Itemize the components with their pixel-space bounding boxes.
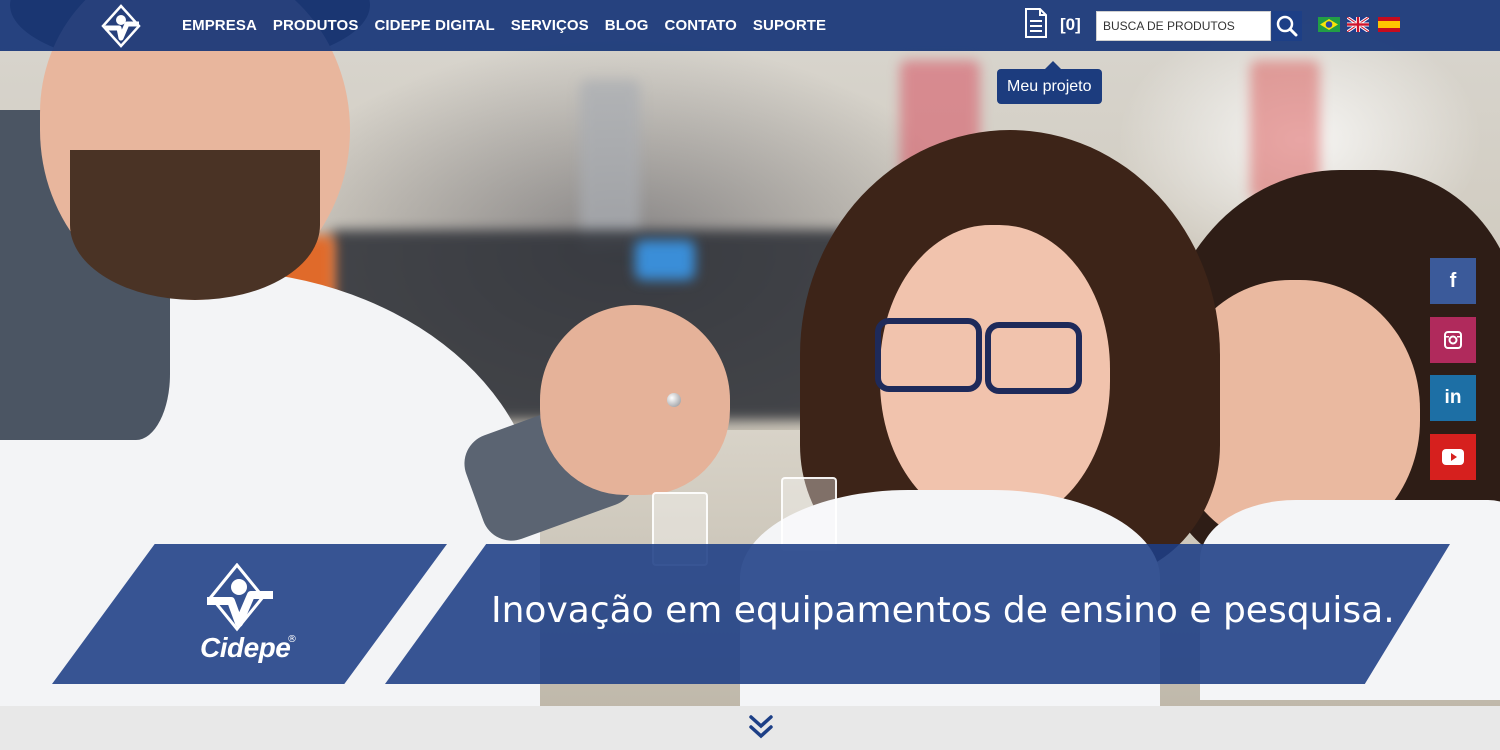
brazil-flag-icon[interactable] bbox=[1318, 17, 1340, 32]
instagram-icon bbox=[1444, 331, 1462, 349]
lab-equipment-blur bbox=[580, 80, 640, 250]
main-menu: EMPRESA PRODUTOS CIDEPE DIGITAL SERVIÇOS… bbox=[182, 0, 826, 51]
youtube-icon bbox=[1442, 449, 1464, 465]
nav-suporte[interactable]: SUPORTE bbox=[753, 17, 826, 34]
brand-name: Cidepe bbox=[200, 632, 291, 663]
nav-blog[interactable]: BLOG bbox=[605, 17, 649, 34]
nav-cidepe-digital[interactable]: CIDEPE DIGITAL bbox=[374, 17, 494, 34]
nav-contato[interactable]: CONTATO bbox=[665, 17, 737, 34]
teacher-beard bbox=[70, 150, 320, 300]
hero-tagline: Inovação em equipamentos de ensino e pes… bbox=[491, 590, 1395, 631]
project-tooltip: Meu projeto bbox=[997, 61, 1102, 104]
nav-empresa[interactable]: EMPRESA bbox=[182, 17, 257, 34]
project-count[interactable]: [0] bbox=[1060, 15, 1081, 35]
nav-produtos[interactable]: PRODUTOS bbox=[273, 17, 359, 34]
youtube-button[interactable] bbox=[1430, 434, 1476, 480]
double-chevron-down-icon[interactable] bbox=[748, 713, 774, 741]
teacher-hand bbox=[540, 305, 730, 495]
top-navigation-bar: EMPRESA PRODUTOS CIDEPE DIGITAL SERVIÇOS… bbox=[0, 0, 1500, 51]
cidepe-logo-icon bbox=[207, 563, 273, 632]
blue-equipment-blur bbox=[635, 240, 695, 280]
registered-mark: ® bbox=[287, 634, 297, 645]
facebook-button[interactable]: f bbox=[1430, 258, 1476, 304]
instagram-button[interactable] bbox=[1430, 317, 1476, 363]
linkedin-button[interactable]: in bbox=[1430, 375, 1476, 421]
glasses-lens bbox=[875, 318, 982, 392]
document-icon[interactable] bbox=[1024, 8, 1048, 38]
linkedin-icon: in bbox=[1444, 387, 1462, 408]
test-tube bbox=[781, 477, 837, 551]
cidepe-logo-icon[interactable] bbox=[99, 4, 143, 48]
search-button[interactable] bbox=[1272, 11, 1302, 41]
search-input[interactable] bbox=[1096, 11, 1271, 41]
facebook-icon: f bbox=[1449, 269, 1457, 292]
nav-servicos[interactable]: SERVIÇOS bbox=[511, 17, 589, 34]
glasses-lens bbox=[985, 322, 1082, 394]
search-icon bbox=[1276, 15, 1298, 37]
spain-flag-icon[interactable] bbox=[1378, 17, 1400, 32]
metal-ball bbox=[667, 393, 681, 407]
uk-flag-icon[interactable] bbox=[1347, 17, 1369, 32]
